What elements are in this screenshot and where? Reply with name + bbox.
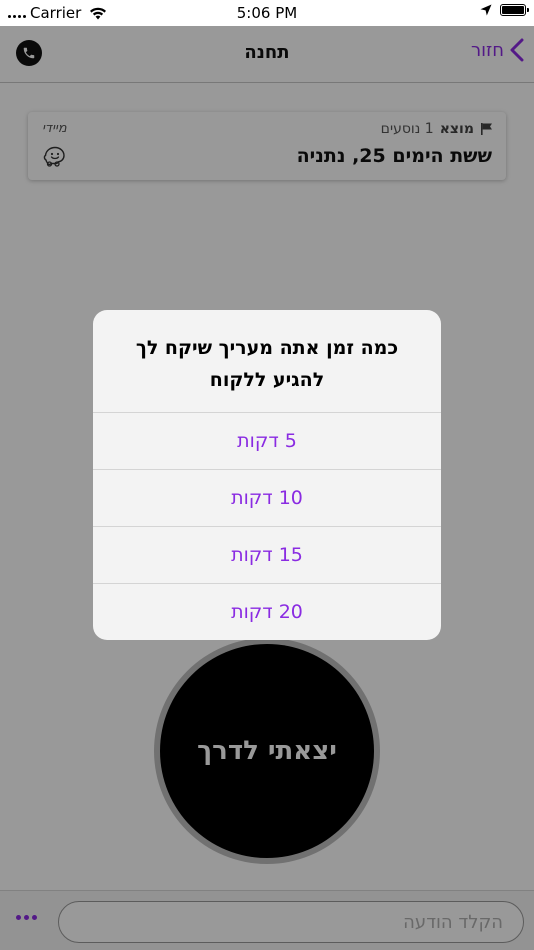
alert-title: כמה זמן אתה מעריך שיקח לך להגיע ללקוח	[135, 337, 399, 391]
battery-icon	[500, 4, 529, 16]
status-right	[480, 4, 529, 16]
alert-option-5-min[interactable]: 5 דקות	[93, 412, 441, 469]
alert-option-15-min[interactable]: 15 דקות	[93, 526, 441, 583]
location-arrow-icon	[480, 4, 492, 16]
alert-option-10-min[interactable]: 10 דקות	[93, 469, 441, 526]
alert-option-20-min[interactable]: 20 דקות	[93, 583, 441, 640]
status-time: 5:06 PM	[236, 4, 298, 22]
eta-alert-dialog: כמה זמן אתה מעריך שיקח לך להגיע ללקוח 5 …	[93, 310, 441, 640]
status-bar: Carrier 5:06 PM	[0, 0, 534, 26]
battery-fill	[502, 6, 524, 14]
